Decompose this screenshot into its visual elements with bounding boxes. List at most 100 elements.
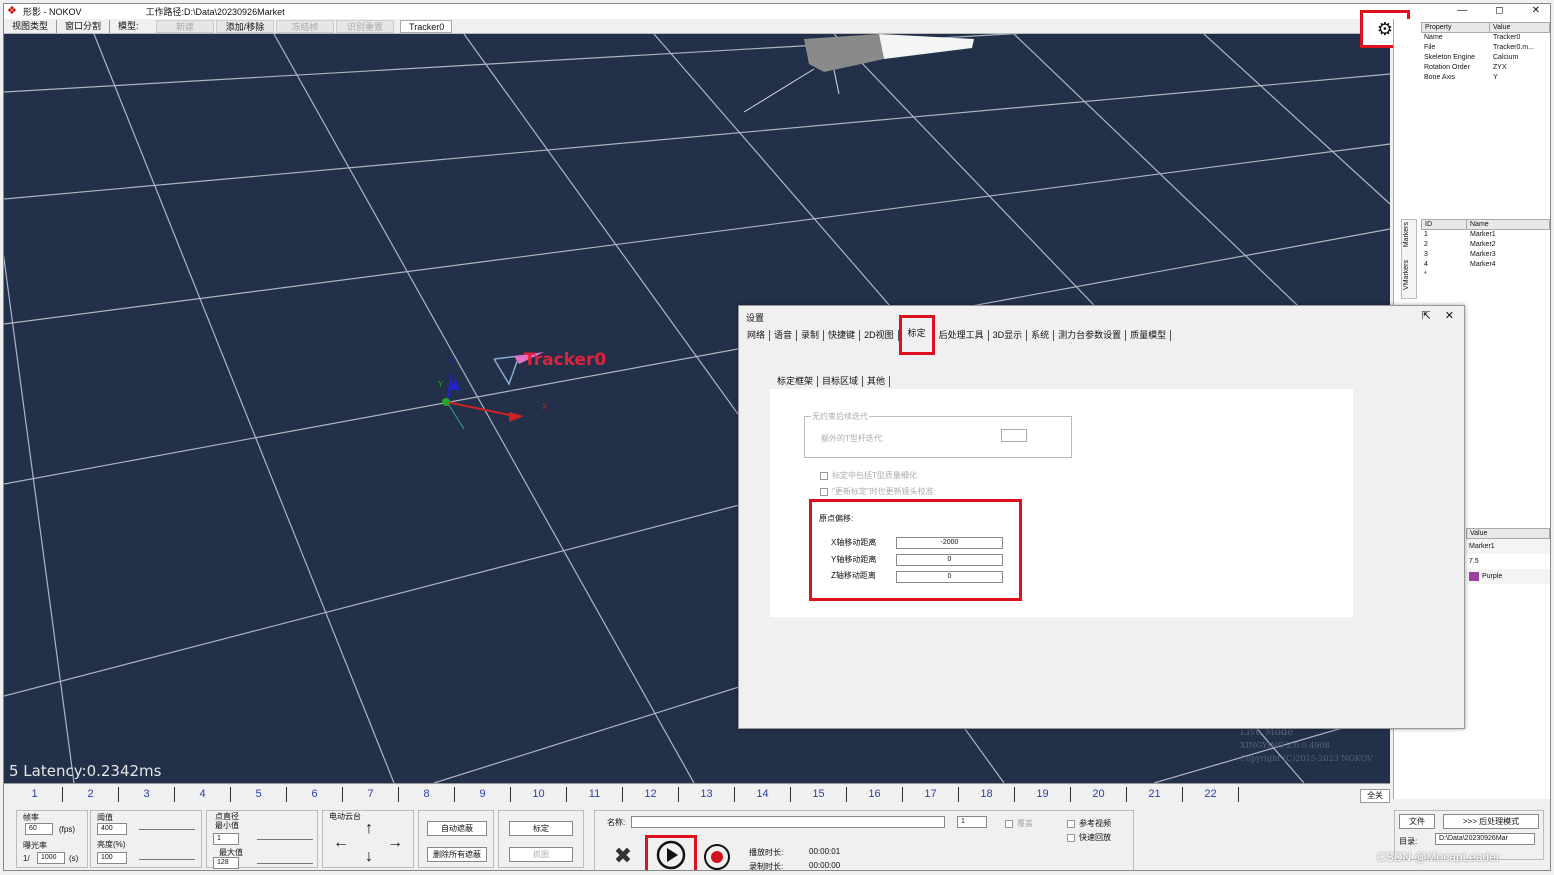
camera-number[interactable]: 17 — [903, 787, 959, 802]
camera-number[interactable]: 8 — [399, 787, 455, 802]
all-off-button[interactable]: 全关 — [1360, 789, 1390, 803]
arrow-right-icon[interactable]: → — [387, 834, 403, 851]
exposure-input[interactable]: 1000 — [37, 852, 65, 864]
capture-button[interactable]: 抓图 — [509, 847, 573, 862]
tab-voice[interactable]: 语音 — [770, 330, 798, 341]
threshold-slider[interactable] — [139, 829, 195, 830]
arrow-left-icon[interactable]: ← — [333, 834, 349, 851]
clear-masks-button[interactable]: 删除所有遮蔽 — [427, 847, 487, 862]
table-row[interactable]: Rotation Order ZYX — [1421, 63, 1550, 73]
new-button[interactable]: 新建 — [156, 19, 215, 33]
property-header: Property — [1422, 23, 1490, 32]
tab-record[interactable]: 录制 — [797, 330, 825, 341]
min-slider[interactable] — [257, 839, 313, 840]
tab-3d-display[interactable]: 3D显示 — [989, 330, 1028, 341]
name-input[interactable] — [631, 816, 945, 828]
arrow-down-icon[interactable]: ↓ — [361, 848, 377, 865]
arrow-up-icon[interactable]: ↑ — [361, 820, 377, 837]
tab-mass-model[interactable]: 质量模型 — [1126, 330, 1172, 341]
view-type-menu[interactable]: 视图类型 — [4, 19, 58, 33]
extra-iteration-stepper[interactable] — [1001, 429, 1027, 442]
camera-number[interactable]: 19 — [1015, 787, 1071, 802]
overwrite-checkbox[interactable]: 覆盖 — [1005, 818, 1033, 829]
close-button[interactable]: ✕ — [1532, 5, 1540, 16]
min-input[interactable]: 1 — [213, 833, 239, 845]
x-offset-input[interactable]: -2000 — [896, 537, 1003, 549]
fps-input[interactable]: 60 — [25, 823, 53, 835]
tab-network[interactable]: 网络 — [743, 330, 771, 341]
camera-number[interactable]: 21 — [1127, 787, 1183, 802]
camera-number[interactable]: 18 — [959, 787, 1015, 802]
window-split-menu[interactable]: 窗口分割 — [57, 19, 111, 33]
update-lens-checkbox[interactable]: "更新标定"时也更新镜头校准: — [820, 486, 936, 497]
nokov-logo-icon[interactable]: ✖ — [609, 843, 637, 869]
add-remove-button[interactable]: 添加/移除 — [216, 19, 275, 33]
camera-number[interactable]: 6 — [287, 787, 343, 802]
list-item[interactable]: 1 Marker1 — [1421, 230, 1550, 240]
minimize-button[interactable]: — — [1457, 5, 1467, 16]
list-item[interactable]: * — [1421, 270, 1550, 280]
tab-postprocess[interactable]: 后处理工具 — [935, 330, 989, 341]
table-row[interactable]: Name Tracker0 — [1421, 33, 1550, 43]
table-row[interactable]: Bone Axis Y — [1421, 73, 1550, 83]
table-row[interactable]: Purple — [1466, 569, 1550, 584]
max-input[interactable]: 128 — [213, 857, 239, 869]
z-offset-input[interactable]: 0 — [896, 571, 1003, 583]
dialog-close-icon[interactable]: ✕ — [1445, 309, 1454, 322]
t-mass-refine-checkbox[interactable]: 标定中包括T型质量细化 — [820, 470, 917, 481]
maximize-button[interactable]: ◻ — [1495, 5, 1503, 16]
list-item[interactable]: 2 Marker2 — [1421, 240, 1550, 250]
tab-2d-view[interactable]: 2D视图 — [860, 330, 899, 341]
calibrate-button[interactable]: 标定 — [509, 821, 573, 836]
camera-number[interactable]: 5 — [231, 787, 287, 802]
camera-number[interactable]: 22 — [1183, 787, 1239, 802]
camera-number[interactable]: 15 — [791, 787, 847, 802]
file-button[interactable]: 文件 — [1399, 814, 1435, 829]
tab-force-plate[interactable]: 测力台参数设置 — [1054, 330, 1127, 341]
brightness-slider[interactable] — [139, 859, 195, 860]
tab-calibration[interactable]: 标定 — [898, 315, 935, 355]
x-offset-label: X轴移动距离 — [831, 538, 877, 547]
subtab-target-area[interactable]: 目标区域 — [818, 376, 864, 387]
subtab-other[interactable]: 其他 — [863, 376, 891, 387]
y-offset-input[interactable]: 0 — [896, 554, 1003, 566]
tab-vmarkers[interactable]: VMarkers — [1403, 260, 1410, 290]
reference-video-checkbox[interactable]: 参考视频 — [1067, 818, 1111, 829]
tab-shortcuts[interactable]: 快捷键 — [824, 330, 861, 341]
camera-number[interactable]: 2 — [63, 787, 119, 802]
camera-number[interactable]: 7 — [343, 787, 399, 802]
tab-system[interactable]: 系统 — [1027, 330, 1055, 341]
table-row[interactable]: File Tracker0.m... — [1421, 43, 1550, 53]
camera-number[interactable]: 16 — [847, 787, 903, 802]
camera-number[interactable]: 3 — [119, 787, 175, 802]
camera-number[interactable]: 11 — [567, 787, 623, 802]
max-slider[interactable] — [257, 863, 313, 864]
camera-number[interactable]: 20 — [1071, 787, 1127, 802]
frame-input[interactable]: 1 — [957, 816, 987, 828]
record-button[interactable] — [703, 843, 731, 870]
tab-markers[interactable]: Markers — [1403, 222, 1410, 247]
freeze-button[interactable]: 冻结帧 — [276, 19, 335, 33]
camera-number[interactable]: 12 — [623, 787, 679, 802]
subtab-frame[interactable]: 标定框架 — [773, 376, 819, 387]
camera-number[interactable]: 13 — [679, 787, 735, 802]
list-item[interactable]: 3 Marker3 — [1421, 250, 1550, 260]
tracker-tab[interactable]: Tracker0 — [400, 19, 453, 33]
brightness-input[interactable]: 100 — [97, 852, 127, 864]
directory-select[interactable]: D:\Data\20230926Mar — [1435, 833, 1535, 845]
table-row[interactable]: 7.5 — [1466, 554, 1550, 569]
identify-reset-button[interactable]: 识别重置 — [336, 19, 395, 33]
camera-number[interactable]: 4 — [175, 787, 231, 802]
table-row[interactable]: Skeleton Engine Calcium — [1421, 53, 1550, 63]
list-item[interactable]: 4 Marker4 — [1421, 260, 1550, 270]
camera-number[interactable]: 1 — [7, 787, 63, 802]
fast-playback-checkbox[interactable]: 快速回放 — [1067, 832, 1111, 843]
camera-number[interactable]: 9 — [455, 787, 511, 802]
post-process-mode-button[interactable]: >>> 后处理模式 — [1443, 814, 1539, 829]
auto-mask-button[interactable]: 自动遮蔽 — [427, 821, 487, 836]
camera-number[interactable]: 10 — [511, 787, 567, 802]
table-row[interactable]: Marker1 — [1466, 539, 1550, 554]
play-button[interactable] — [645, 835, 697, 870]
threshold-input[interactable]: 400 — [97, 823, 127, 835]
camera-number[interactable]: 14 — [735, 787, 791, 802]
